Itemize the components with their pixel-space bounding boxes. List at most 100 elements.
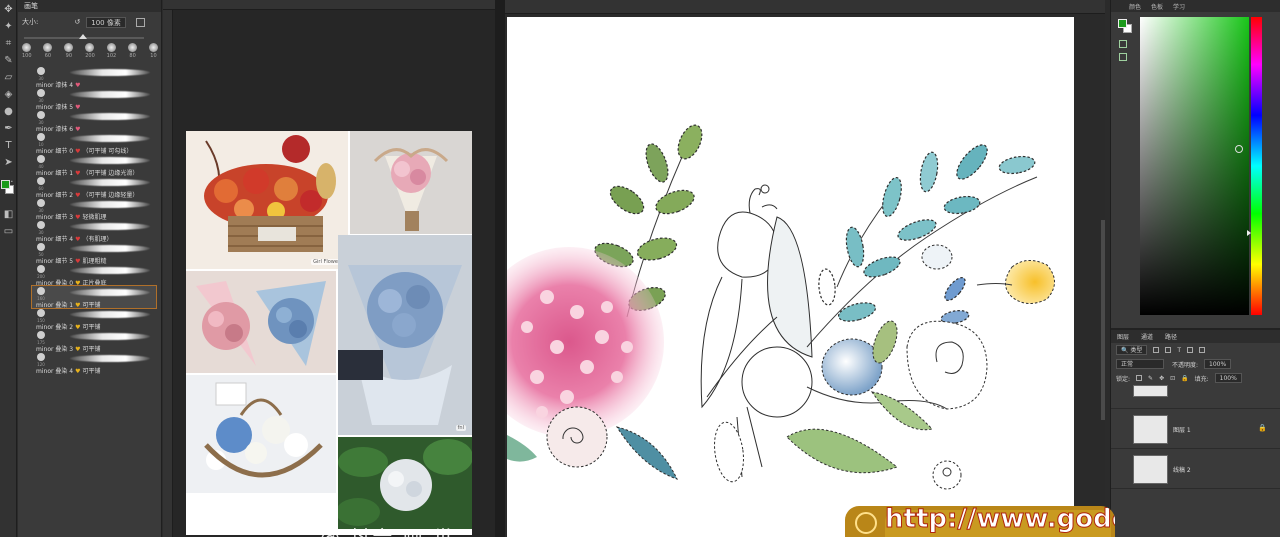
brush-presets: 100 60 90 200 102 80 10: [22, 43, 158, 59]
brush-panel-tab[interactable]: 画笔: [18, 0, 161, 12]
brush-tip-icon: [37, 177, 45, 185]
brush-item[interactable]: 30 minor 漆抹 6 ♥: [32, 110, 156, 133]
brush-item[interactable]: 175 minor 叠染 3 ♥ 可平铺: [32, 330, 156, 353]
reset-icon[interactable]: ↺: [74, 18, 80, 26]
brush-preset-icon: [22, 43, 32, 52]
tab-color[interactable]: 颜色: [1129, 2, 1141, 11]
brush-preset[interactable]: 90: [64, 43, 74, 59]
hue-slider-marker[interactable]: [1247, 230, 1251, 236]
brush-preset-icon: [43, 43, 53, 52]
color-picker-field[interactable]: [1140, 17, 1249, 315]
fill-input[interactable]: 100%: [1214, 373, 1242, 383]
photo-label: fnl: [455, 425, 466, 431]
lock-row: 锁定: ✎ ✥ ⊡ 🔒 填充: 100%: [1111, 371, 1280, 385]
brush-preset[interactable]: 80: [128, 43, 138, 59]
lock-position-icon[interactable]: ✥: [1159, 375, 1164, 382]
brush-stroke-preview: [70, 333, 150, 340]
layer-filter-select[interactable]: 🔍 类型: [1116, 345, 1148, 355]
brush-stroke-preview: [70, 245, 150, 252]
text-tool-icon[interactable]: T: [2, 139, 15, 152]
path-select-icon[interactable]: ➤: [2, 156, 15, 169]
brush-item[interactable]: 50 minor 细节 5 ♥ 肌理粗糙: [32, 242, 156, 265]
lock-image-icon[interactable]: ✎: [1148, 375, 1153, 382]
brush-item[interactable]: 30 minor 漆抹 4 ♥: [32, 66, 156, 89]
size-input[interactable]: 100 像素: [86, 16, 126, 28]
foreground-color-swatch[interactable]: [1, 180, 10, 189]
layer-row[interactable]: 图层 1 🔒: [1111, 409, 1280, 449]
brush-preset-icon: [148, 43, 158, 52]
brush-size-row: 大小: ↺ 100 像素: [18, 12, 161, 32]
brush-item[interactable]: 10 minor 细节 0 ♥ （可平铺 可勾线）: [32, 132, 156, 155]
lock-all-icon[interactable]: 🔒: [1181, 375, 1188, 382]
filter-shape-icon[interactable]: [1187, 347, 1194, 353]
brush-tip-icon: [37, 265, 45, 273]
paint-bucket-icon[interactable]: ◈: [2, 88, 15, 101]
brush-preset[interactable]: 102: [107, 43, 116, 59]
brush-tip-icon: [37, 155, 45, 163]
brush-stroke-preview: [70, 179, 150, 186]
brush-preset[interactable]: 60: [43, 43, 53, 59]
brush-item[interactable]: 40 minor 细节 1 ♥ （可平铺 边缘光滑）: [32, 154, 156, 177]
layer-row[interactable]: 线稿 2: [1111, 449, 1280, 489]
brush-preset[interactable]: 100: [22, 43, 32, 59]
panel-divider[interactable]: [495, 0, 505, 537]
brush-stroke-preview: [70, 267, 150, 274]
tab-paths[interactable]: 路径: [1165, 332, 1177, 341]
tab-learn[interactable]: 学习: [1173, 2, 1185, 11]
filter-type-icon[interactable]: T: [1177, 347, 1181, 354]
brush-item[interactable]: 120 minor 叠染 4 ♥ 可平铺: [32, 352, 156, 375]
filter-adjust-icon[interactable]: [1165, 347, 1172, 353]
brush-item[interactable]: 160 minor 叠染 1 ♥ 可平铺: [31, 285, 157, 309]
size-slider-knob[interactable]: [79, 34, 87, 39]
tab-swatches[interactable]: 色板: [1151, 2, 1163, 11]
photoshop-window: ✥ ✦ ⌗ ✎ ▱ ◈ ● ✒ T ➤ … ◧ ▭ 画笔 大小: ↺ 100 像…: [0, 0, 1280, 537]
lock-transparent-icon[interactable]: [1136, 375, 1143, 381]
move-tool-icon[interactable]: ✥: [2, 3, 15, 16]
brush-stroke-preview: [70, 355, 150, 362]
brush-item[interactable]: 30 minor 漆抹 5 ♥: [32, 88, 156, 111]
size-slider[interactable]: [24, 34, 144, 39]
filter-pixel-icon[interactable]: [1153, 347, 1160, 353]
brush-settings-icon[interactable]: [135, 17, 145, 27]
canvas-scrollbar[interactable]: [1101, 220, 1105, 420]
brush-tip-icon: [37, 353, 45, 361]
dodge-tool-icon[interactable]: ●: [2, 105, 15, 118]
brush-item[interactable]: 30 minor 细节 3 ♥ 轻微肌理: [32, 198, 156, 221]
opacity-input[interactable]: 100%: [1204, 359, 1232, 369]
brush-panel: 画笔 大小: ↺ 100 像素 100 60 90 200 102 80 10 30 mino…: [18, 0, 175, 537]
heart-icon: ♥: [75, 368, 81, 375]
pen-tool-icon[interactable]: ✒: [2, 122, 15, 135]
hue-slider[interactable]: [1251, 17, 1262, 315]
layer-row[interactable]: [1111, 385, 1280, 409]
crop-tool-icon[interactable]: ⌗: [2, 37, 15, 50]
color-picker-cursor[interactable]: [1235, 145, 1243, 153]
watermark-text: @ 抖音 画 世: [320, 522, 455, 537]
eraser-tool-icon[interactable]: ▱: [2, 71, 15, 84]
drawing-canvas[interactable]: [507, 17, 1074, 537]
brush-preset[interactable]: 200: [85, 43, 95, 59]
layer-thumbnail: [1133, 385, 1168, 397]
layer-name: 图层 1: [1173, 427, 1191, 434]
brush-item[interactable]: 30 minor 细节 4 ♥ （有肌理）: [32, 220, 156, 243]
brush-preset[interactable]: 10: [148, 43, 158, 59]
screen-mode-icon[interactable]: ▭: [2, 225, 15, 238]
magic-wand-icon[interactable]: ✦: [2, 20, 15, 33]
foreground-color-swatch[interactable]: [1118, 19, 1127, 28]
sun-icon: [855, 512, 877, 534]
brush-stroke-preview: [70, 69, 150, 76]
brush-preset-size: 80: [129, 53, 136, 59]
reference-collage[interactable]: Girl Flower fnl: [186, 131, 472, 535]
brush-item[interactable]: 200 minor 叠染 0 ♥ 正片叠底: [32, 264, 156, 287]
quick-mask-icon[interactable]: ◧: [2, 208, 15, 221]
brush-item[interactable]: 150 minor 叠染 2 ♥ 可平铺: [32, 308, 156, 331]
tab-channels[interactable]: 通道: [1141, 332, 1153, 341]
brush-tip-icon: [37, 243, 45, 251]
brush-stroke-preview: [70, 289, 150, 296]
brush-tool-icon[interactable]: ✎: [2, 54, 15, 67]
tab-layers[interactable]: 图层: [1117, 332, 1129, 341]
filter-smart-icon[interactable]: [1199, 347, 1206, 353]
lock-artboard-icon[interactable]: ⊡: [1170, 375, 1175, 382]
brush-item[interactable]: 60 minor 细节 2 ♥ （可平铺 边缘轻量）: [32, 176, 156, 199]
brush-stroke-preview: [70, 157, 150, 164]
blend-mode-select[interactable]: 正常: [1116, 359, 1164, 369]
